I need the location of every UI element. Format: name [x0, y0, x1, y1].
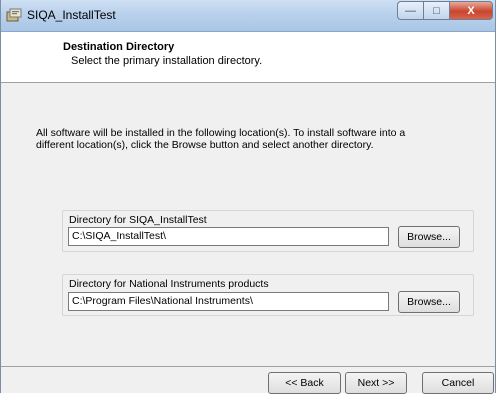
maximize-button[interactable]: □ [423, 1, 449, 20]
footer-divider [1, 366, 495, 367]
siqa-directory-field[interactable]: C:\SIQA_InstallTest\ [68, 227, 389, 246]
next-button[interactable]: Next >> [345, 372, 407, 394]
installer-window: SIQA_InstallTest — □ X Destination Direc… [0, 0, 496, 394]
window-title: SIQA_InstallTest [27, 8, 116, 22]
siqa-browse-button[interactable]: Browse... [398, 226, 460, 248]
maximize-icon: □ [433, 4, 440, 17]
page-subtitle: Select the primary installation director… [71, 55, 263, 67]
page-title: Destination Directory [63, 41, 175, 53]
ni-browse-button[interactable]: Browse... [398, 291, 460, 313]
minimize-icon: — [405, 4, 416, 17]
close-icon: X [467, 4, 475, 17]
intro-text: All software will be installed in the fo… [36, 127, 406, 151]
title-bar[interactable]: SIQA_InstallTest — □ X [1, 0, 495, 32]
caption-buttons: — □ X [397, 1, 493, 21]
installer-icon [6, 8, 22, 22]
cancel-button[interactable]: Cancel [422, 372, 494, 394]
back-button[interactable]: << Back [268, 372, 341, 394]
wizard-header: Destination Directory Select the primary… [1, 32, 495, 83]
siqa-directory-label: Directory for SIQA_InstallTest [69, 214, 207, 226]
close-button[interactable]: X [449, 1, 493, 20]
ni-directory-field[interactable]: C:\Program Files\National Instruments\ [68, 292, 389, 311]
ni-directory-label: Directory for National Instruments produ… [69, 278, 269, 290]
minimize-button[interactable]: — [397, 1, 423, 20]
